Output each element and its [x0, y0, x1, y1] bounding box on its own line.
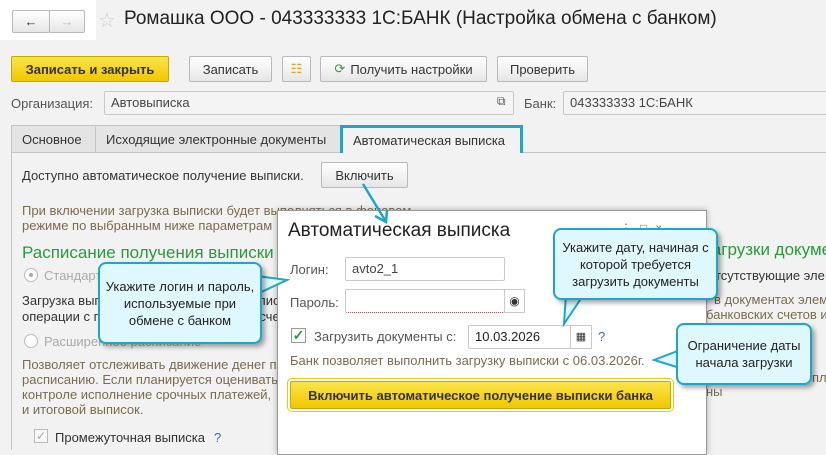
callout-date: Укажите дату, начиная с которой требуетс… — [553, 228, 718, 300]
extended-radio[interactable] — [24, 334, 38, 348]
right-line-2: в документах элем — [714, 292, 826, 307]
intermediate-checkbox[interactable]: ✓ — [34, 429, 48, 443]
calendar-button[interactable]: ▦ — [570, 325, 592, 349]
extended-desc-2: расписанию. Если планируется оценивать — [22, 372, 279, 387]
callout-limit: Ограничение даты начала загрузки — [676, 323, 812, 385]
callout-login: Укажите логин и пароль, используемые при… — [98, 262, 262, 344]
date-input[interactable]: 10.03.2026 — [468, 325, 571, 349]
forward-button[interactable]: → — [49, 10, 85, 33]
get-settings-button[interactable]: ⟳ Получить настройки — [320, 56, 487, 82]
refresh-gear-icon: ⟳ — [334, 61, 346, 76]
right-line-5: ны — [706, 384, 723, 399]
open-icon[interactable]: ⧉ — [497, 94, 506, 109]
tab-auto-statement[interactable]: Автоматическая выписка — [340, 125, 523, 153]
right-heading: загрузки докумен — [704, 240, 826, 259]
save-button[interactable]: Записать — [189, 56, 272, 82]
tab-divider — [523, 152, 826, 153]
org-label: Организация: — [11, 96, 94, 111]
info-line-2: режиме по выбранным ниже параметрам — [22, 218, 273, 233]
load-docs-label: Загрузить документы с: — [314, 329, 457, 344]
available-text: Доступно автоматическое получение выписк… — [22, 168, 304, 183]
extended-desc-4: и итоговой выписок. — [22, 402, 144, 417]
show-password-button[interactable]: ◉ — [504, 289, 525, 313]
schedule-heading: Расписание получения выписки — [22, 243, 274, 262]
eye-icon: ◉ — [509, 294, 520, 308]
tab-outgoing-docs[interactable]: Исходящие электронные документы — [95, 125, 342, 153]
back-button[interactable]: ← — [12, 10, 50, 33]
extended-desc-1: Позволяет отслеживать движение денег по — [22, 357, 284, 372]
tab-panel-border — [11, 152, 12, 450]
right-line-4: пл — [812, 370, 826, 385]
standard-radio[interactable] — [24, 268, 38, 282]
load-docs-checkbox[interactable]: ✓ — [291, 328, 306, 343]
login-label: Логин: — [290, 262, 329, 277]
favorite-star-icon[interactable]: ☆ — [98, 8, 116, 33]
login-input[interactable]: avto2_1 — [345, 257, 505, 281]
right-line-3: банковских счетов и — [706, 307, 826, 322]
get-settings-label: Получить настройки — [350, 61, 473, 77]
date-help[interactable]: ? — [598, 329, 605, 344]
extended-desc-3: контроле исполнение срочных платежей, — [22, 387, 272, 402]
structure-button[interactable]: ☷ — [282, 56, 311, 82]
pointer-arrow — [361, 183, 389, 225]
password-label: Пароль: — [290, 295, 339, 310]
intermediate-label: Промежуточная выписка — [55, 430, 206, 445]
password-input[interactable] — [345, 289, 505, 313]
calendar-icon: ▦ — [575, 331, 587, 343]
window-title: Ромашка ООО - 043333333 1С:БАНК (Настрой… — [124, 8, 717, 29]
tab-main[interactable]: Основное — [11, 125, 96, 153]
save-close-button[interactable]: Записать и закрыть — [11, 56, 169, 82]
enable-auto-statement-button[interactable]: Включить автоматическое получение выписк… — [287, 378, 674, 412]
hierarchy-icon: ☷ — [290, 61, 303, 76]
intermediate-help[interactable]: ? — [214, 430, 221, 445]
bank-note: Банк позволяет выполнить загрузку выписк… — [290, 353, 645, 368]
bank-field[interactable]: 043333333 1С:БАНК — [563, 91, 826, 115]
right-line-1: отсутствующие эле — [708, 268, 825, 283]
org-field[interactable]: Автовыписка — [104, 91, 514, 115]
check-button[interactable]: Проверить — [497, 56, 588, 82]
bank-label: Банк: — [524, 96, 557, 111]
